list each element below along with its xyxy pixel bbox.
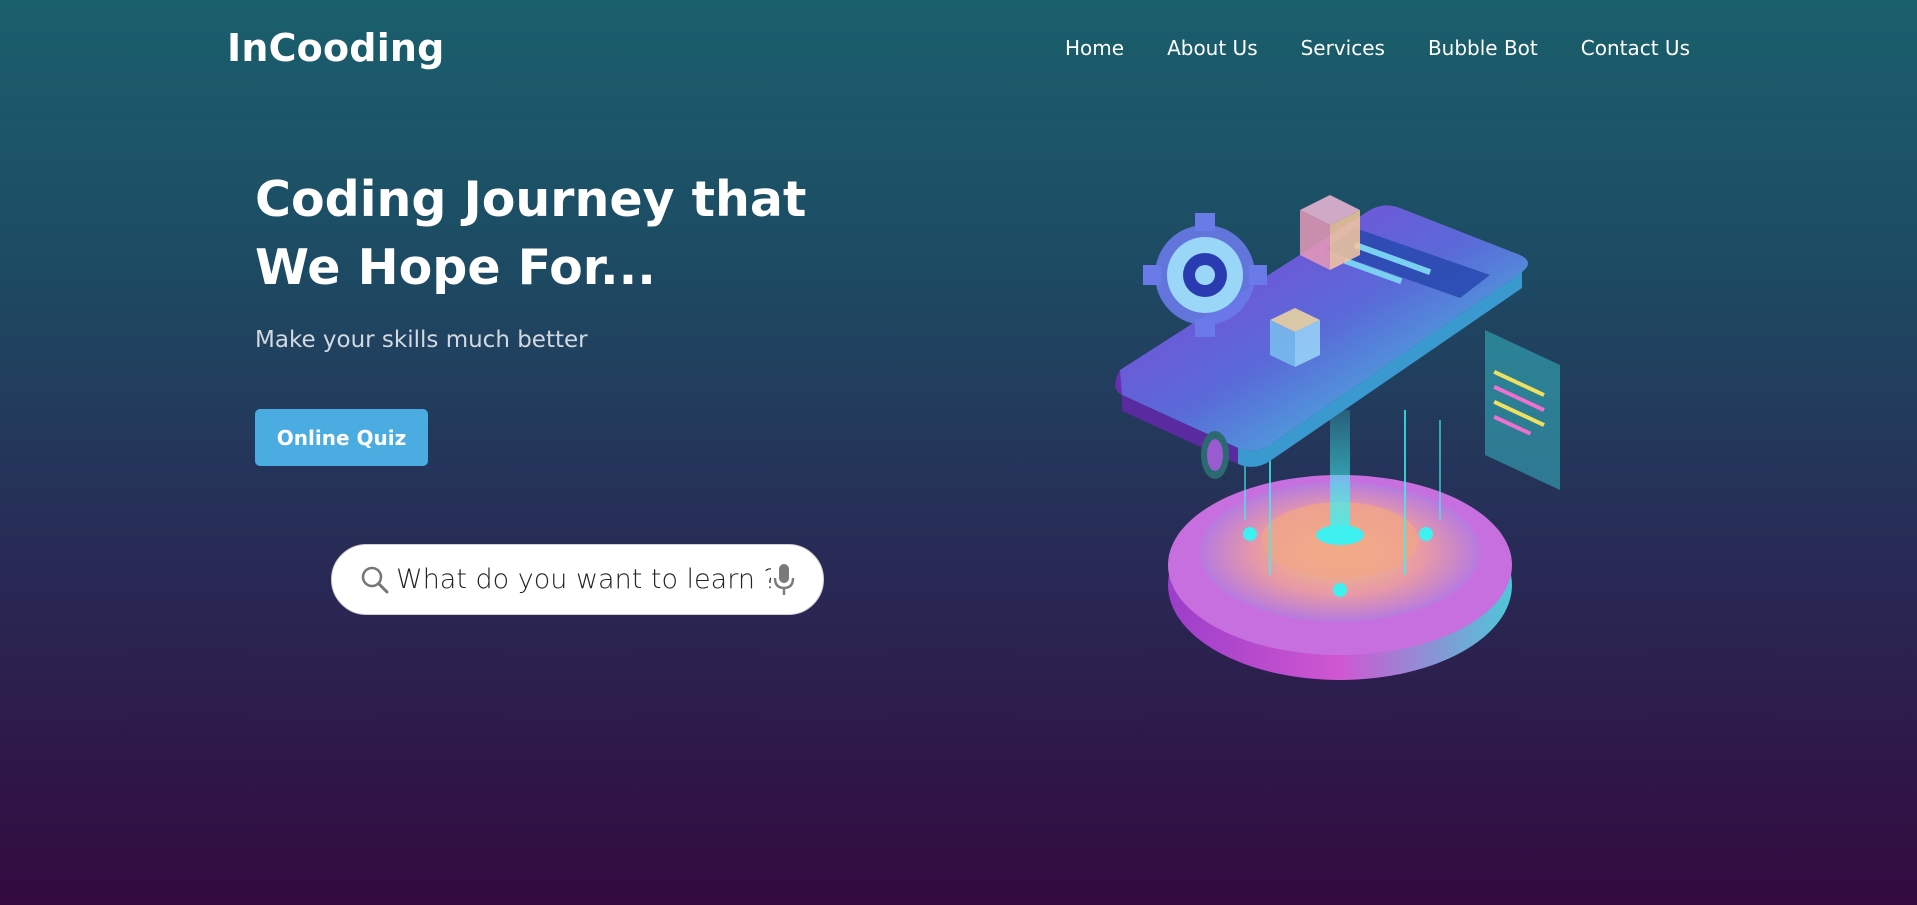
nav-item-home[interactable]: Home [1065, 36, 1124, 60]
nav-item-contact-us[interactable]: Contact Us [1581, 36, 1690, 60]
navbar: InCooding Home About Us Services Bubble … [0, 0, 1917, 100]
site-logo[interactable]: InCooding [227, 26, 445, 70]
nav-item-about-us[interactable]: About Us [1167, 36, 1258, 60]
nav-menu: Home About Us Services Bubble Bot Contac… [1022, 36, 1690, 60]
search-bar[interactable] [331, 544, 824, 615]
hero-subtitle: Make your skills much better [255, 327, 588, 353]
nav-item-services[interactable]: Services [1301, 36, 1385, 60]
nav-item-bubble-bot[interactable]: Bubble Bot [1428, 36, 1538, 60]
hero-title: Coding Journey that We Hope For... [255, 171, 807, 296]
search-input[interactable] [396, 564, 771, 595]
mic-icon[interactable] [771, 563, 797, 597]
isometric-coding-illustration [1115, 195, 1560, 680]
search-icon[interactable] [360, 565, 390, 595]
online-quiz-button[interactable]: Online Quiz [255, 409, 428, 466]
